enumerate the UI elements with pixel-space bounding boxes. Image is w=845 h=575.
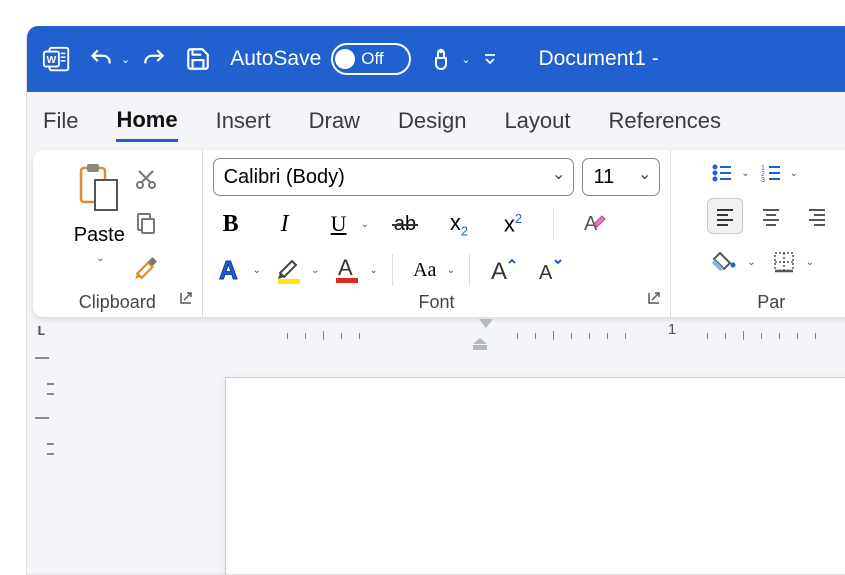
autosave-label: AutoSave xyxy=(230,47,321,71)
tab-draw[interactable]: Draw xyxy=(309,102,360,140)
text-effects-button[interactable]: A xyxy=(213,252,249,288)
numbering-dropdown-icon[interactable]: ⌄ xyxy=(790,168,798,179)
font-size-select[interactable]: 11 xyxy=(582,158,660,196)
bullets-button[interactable] xyxy=(707,158,737,188)
cut-button[interactable] xyxy=(131,164,161,194)
strikethrough-button[interactable]: ab xyxy=(387,206,423,242)
first-line-indent-marker[interactable] xyxy=(479,319,493,328)
paste-label: Paste xyxy=(74,224,125,247)
svg-text:A: A xyxy=(338,255,353,280)
tab-insert[interactable]: Insert xyxy=(216,102,271,140)
clear-formatting-button[interactable]: A xyxy=(576,206,612,242)
undo-dropdown-icon[interactable]: ⌄ xyxy=(121,53,130,66)
vertical-ruler[interactable] xyxy=(27,347,75,575)
paste-dropdown-icon[interactable]: ⌄ xyxy=(96,253,104,264)
tab-design[interactable]: Design xyxy=(398,102,466,140)
undo-button[interactable] xyxy=(81,39,121,79)
font-color-button[interactable]: A xyxy=(329,252,365,288)
paragraph-group-label: Par xyxy=(757,292,785,313)
tab-stop-icon[interactable]: L xyxy=(37,324,45,340)
italic-button[interactable]: I xyxy=(267,206,303,242)
subscript-button[interactable]: x2 xyxy=(441,206,477,242)
bullets-dropdown-icon[interactable]: ⌄ xyxy=(741,168,749,179)
superscript-button[interactable]: x2 xyxy=(495,206,531,242)
toggle-knob-icon xyxy=(335,49,355,69)
word-app-icon: W xyxy=(37,39,77,79)
tab-home[interactable]: Home xyxy=(116,101,177,142)
ribbon: Paste ⌄ Clipboard xyxy=(33,150,845,317)
tab-layout[interactable]: Layout xyxy=(504,102,570,140)
font-group-label: Font xyxy=(419,292,455,313)
borders-dropdown-icon[interactable]: ⌄ xyxy=(806,257,814,268)
font-name-select[interactable]: Calibri (Body) xyxy=(213,158,575,196)
align-left-button[interactable] xyxy=(707,198,743,234)
shading-button[interactable] xyxy=(707,244,743,280)
svg-text:3: 3 xyxy=(761,177,765,184)
grow-font-button[interactable]: A xyxy=(484,252,520,288)
borders-button[interactable] xyxy=(766,244,802,280)
svg-text:W: W xyxy=(47,55,57,66)
title-bar: W ⌄ AutoSave Off ⌄ xyxy=(27,26,845,92)
underline-button[interactable]: U xyxy=(321,206,357,242)
autosave-state: Off xyxy=(361,49,383,69)
document-page[interactable] xyxy=(225,377,845,575)
shrink-font-button[interactable]: A xyxy=(530,252,566,288)
touch-mode-button[interactable] xyxy=(421,39,461,79)
clipboard-group-label: Clipboard xyxy=(79,292,156,313)
svg-text:A: A xyxy=(491,258,507,285)
font-color-dropdown-icon[interactable]: ⌄ xyxy=(369,265,377,276)
paste-button[interactable]: Paste ⌄ xyxy=(74,158,125,264)
horizontal-ruler[interactable]: L 1 2 xyxy=(27,317,845,347)
highlight-dropdown-icon[interactable]: ⌄ xyxy=(311,265,319,276)
underline-dropdown-icon[interactable]: ⌄ xyxy=(361,219,369,230)
format-painter-button[interactable] xyxy=(131,252,161,282)
svg-text:A: A xyxy=(539,262,553,284)
tab-file[interactable]: File xyxy=(43,102,78,140)
copy-button[interactable] xyxy=(131,208,161,238)
tab-references[interactable]: References xyxy=(609,102,722,140)
clipboard-launcher-icon[interactable] xyxy=(178,290,194,311)
shading-dropdown-icon[interactable]: ⌄ xyxy=(747,257,755,268)
align-right-button[interactable] xyxy=(799,198,835,234)
highlight-button[interactable] xyxy=(271,252,307,288)
autosave-toggle[interactable]: Off xyxy=(331,43,411,75)
svg-text:A: A xyxy=(219,255,238,285)
redo-button[interactable] xyxy=(134,39,174,79)
bold-button[interactable]: B xyxy=(213,206,249,242)
save-button[interactable] xyxy=(178,39,218,79)
document-title: Document1 - xyxy=(539,47,659,71)
change-case-dropdown-icon[interactable]: ⌄ xyxy=(447,265,455,276)
touch-dropdown-icon[interactable]: ⌄ xyxy=(461,53,470,66)
customize-qat-button[interactable] xyxy=(475,39,505,79)
hanging-indent-marker[interactable] xyxy=(473,337,487,347)
ribbon-tabs: File Home Insert Draw Design Layout Refe… xyxy=(27,92,845,150)
text-effects-dropdown-icon[interactable]: ⌄ xyxy=(253,265,261,276)
ruler-label-1: 1 xyxy=(668,321,676,338)
font-launcher-icon[interactable] xyxy=(646,290,662,311)
numbering-button[interactable]: 123 xyxy=(756,158,786,188)
change-case-button[interactable]: Aa xyxy=(407,252,443,288)
align-center-button[interactable] xyxy=(753,198,789,234)
